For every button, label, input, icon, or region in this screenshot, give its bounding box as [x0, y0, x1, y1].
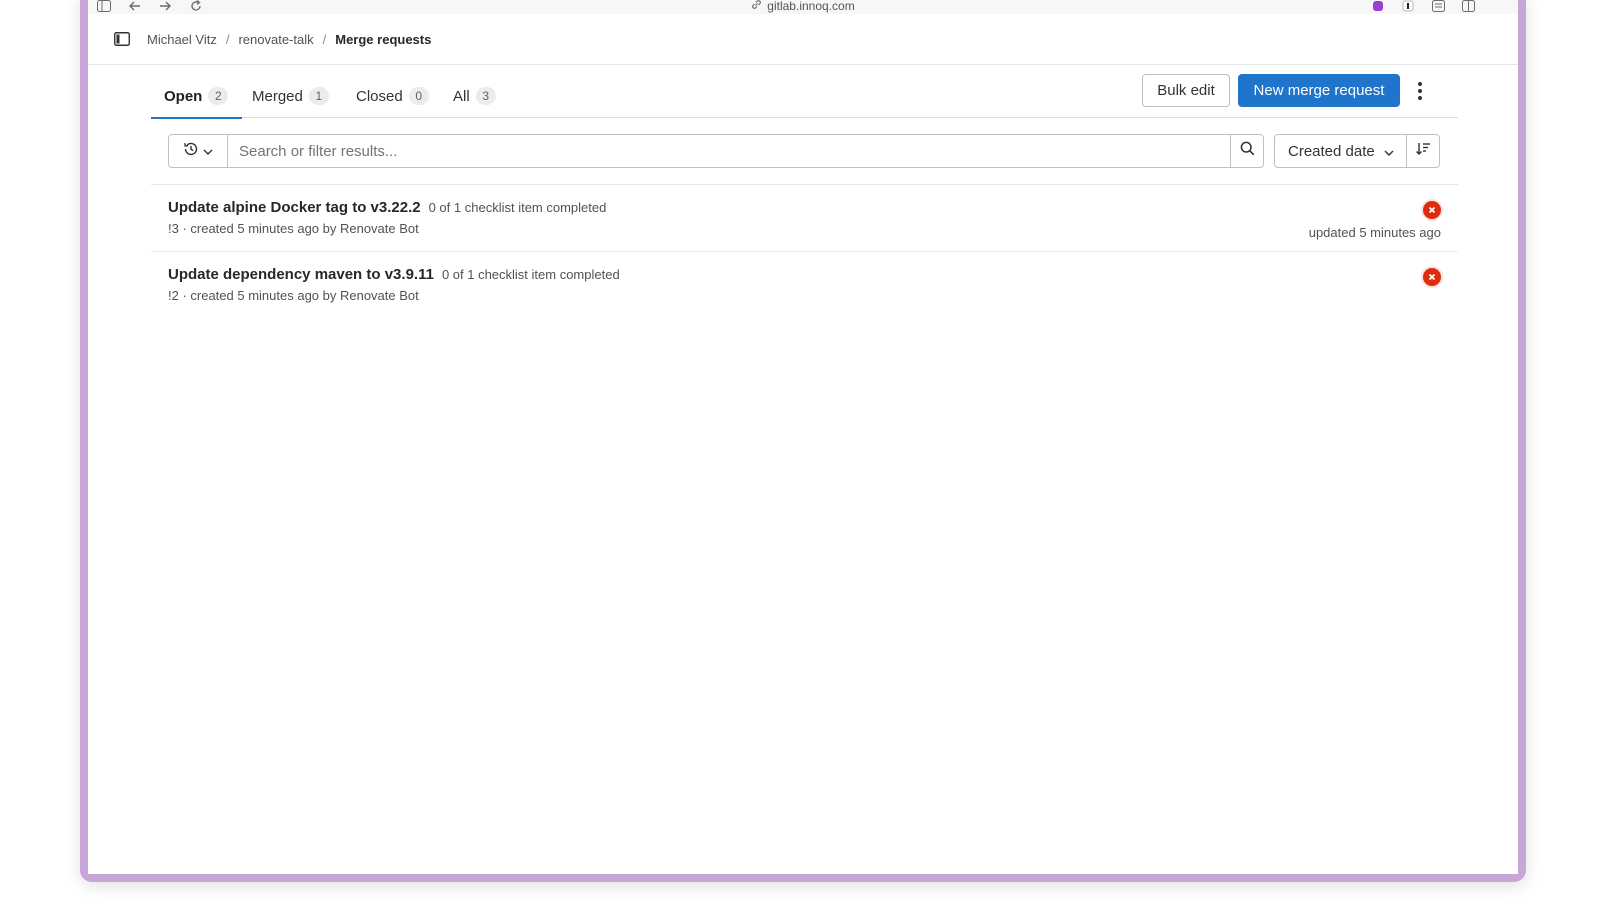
sort-direction-button[interactable]	[1406, 134, 1440, 168]
tab-all[interactable]: All 3	[453, 74, 496, 118]
breadcrumb-current: Merge requests	[335, 32, 432, 47]
breadcrumb-project[interactable]: renovate-talk	[238, 32, 313, 47]
mr-title-line: Update dependency maven to v3.9.11 0 of …	[168, 266, 620, 283]
mr-title-link[interactable]: Update alpine Docker tag to v3.22.2	[168, 199, 421, 216]
link-icon	[751, 0, 762, 13]
sort-descending-icon	[1415, 142, 1431, 161]
new-merge-request-button[interactable]: New merge request	[1238, 74, 1400, 107]
tab-merged[interactable]: Merged 1	[252, 74, 329, 118]
count-badge: 3	[475, 87, 496, 105]
pipeline-failed-icon[interactable]	[1423, 201, 1441, 219]
search-button[interactable]	[1230, 134, 1264, 168]
bulk-edit-button[interactable]: Bulk edit	[1142, 74, 1230, 107]
breadcrumb-separator: /	[225, 32, 230, 47]
password-manager-icon[interactable]	[1400, 0, 1416, 14]
extension-icon[interactable]	[1370, 0, 1386, 14]
breadcrumb: Michael Vitz / renovate-talk / Merge req…	[147, 32, 431, 47]
sort-dropdown[interactable]: Created date	[1274, 134, 1407, 168]
tab-closed[interactable]: Closed 0	[356, 74, 429, 118]
count-badge: 1	[308, 87, 329, 105]
breadcrumb-user[interactable]: Michael Vitz	[147, 32, 217, 47]
mr-title-line: Update alpine Docker tag to v3.22.2 0 of…	[168, 199, 606, 216]
url-text: gitlab.innoq.com	[767, 0, 855, 13]
checklist-status: 0 of 1 checklist item completed	[441, 267, 620, 282]
count-badge: 2	[208, 87, 229, 105]
reader-icon[interactable]	[1430, 0, 1446, 14]
tab-label: Merged	[252, 87, 303, 105]
chevron-down-icon	[1384, 143, 1394, 160]
tab-label: Closed	[356, 87, 403, 105]
tab-open[interactable]: Open 2	[150, 74, 243, 119]
top-bar: Michael Vitz / renovate-talk / Merge req…	[88, 14, 1518, 65]
search-input[interactable]	[227, 134, 1231, 168]
recent-searches-button[interactable]	[168, 134, 228, 168]
more-actions-icon[interactable]	[1413, 80, 1427, 102]
tab-label: All	[453, 87, 470, 105]
breadcrumb-separator: /	[322, 32, 327, 47]
browser-content: gitlab.innoq.com Michael Vitz / renovate…	[88, 0, 1518, 874]
chevron-down-icon	[203, 142, 213, 160]
pipeline-failed-icon[interactable]	[1423, 268, 1441, 286]
tab-label: Open	[164, 87, 203, 105]
browser-window: gitlab.innoq.com Michael Vitz / renovate…	[80, 0, 1526, 882]
search-icon	[1240, 141, 1255, 161]
list-item: Update dependency maven to v3.9.11 0 of …	[151, 252, 1458, 319]
sidebar-toggle-icon[interactable]	[114, 32, 130, 46]
mr-updated-time: updated 5 minutes ago	[1308, 225, 1441, 240]
count-badge: 0	[408, 87, 429, 105]
address-bar[interactable]: gitlab.innoq.com	[88, 0, 1518, 13]
mr-meta: !2 · created 5 minutes ago by Renovate B…	[168, 288, 419, 303]
history-icon	[183, 141, 199, 162]
merge-request-list: Update alpine Docker tag to v3.22.2 0 of…	[151, 184, 1458, 319]
split-view-icon[interactable]	[1460, 0, 1476, 14]
filter-bar: Created date	[168, 134, 1447, 168]
mr-title-link[interactable]: Update dependency maven to v3.9.11	[168, 266, 434, 283]
checklist-status: 0 of 1 checklist item completed	[428, 200, 607, 215]
browser-toolbar: gitlab.innoq.com	[88, 0, 1518, 14]
mr-meta: !3 · created 5 minutes ago by Renovate B…	[168, 221, 419, 236]
list-item: Update alpine Docker tag to v3.22.2 0 of…	[151, 185, 1458, 252]
sort-label: Created date	[1288, 142, 1375, 160]
